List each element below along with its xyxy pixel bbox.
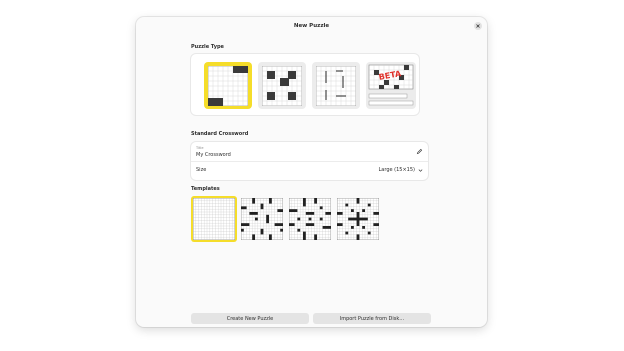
crossword-template-icon <box>337 198 379 240</box>
template-4[interactable] <box>335 196 381 242</box>
barred-grid-icon <box>262 65 302 106</box>
dialog-title: New Puzzle <box>293 23 330 29</box>
templates-heading: Templates <box>191 186 220 192</box>
template-1[interactable] <box>191 196 237 242</box>
puzzle-type-crossword[interactable] <box>204 62 252 109</box>
puzzle-settings-heading: Standard Crossword <box>191 131 249 137</box>
chevron-down-icon[interactable] <box>418 168 423 173</box>
crossword-grid-icon <box>208 65 248 106</box>
import-puzzle-button[interactable]: Import Puzzle from Disk… <box>313 313 431 324</box>
puzzle-type-heading: Puzzle Type <box>191 44 224 50</box>
puzzle-settings-panel: Title My Crossword Size Large (15×15) <box>191 142 428 180</box>
crossword-template-icon <box>241 198 283 240</box>
close-button[interactable] <box>474 22 482 30</box>
crossword-template-icon <box>289 198 331 240</box>
settings-divider <box>191 161 428 162</box>
beta-puzzle-icon: BETA <box>368 64 414 105</box>
puzzle-type-selector: BETA <box>191 54 419 115</box>
puzzle-type-barred[interactable] <box>258 62 306 109</box>
title-field[interactable]: My Crossword <box>196 152 231 158</box>
size-dropdown[interactable]: Large (15×15) <box>379 167 415 173</box>
new-puzzle-dialog: New Puzzle Puzzle Type BETA Standard Cro… <box>136 17 487 327</box>
line-grid-icon <box>316 65 356 106</box>
template-3[interactable] <box>287 196 333 242</box>
close-icon <box>476 24 480 28</box>
create-new-puzzle-button[interactable]: Create New Puzzle <box>191 313 309 324</box>
puzzle-type-beta[interactable]: BETA <box>366 62 416 109</box>
size-label: Size <box>196 167 207 173</box>
puzzle-type-lines[interactable] <box>312 62 360 109</box>
pencil-icon[interactable] <box>416 148 423 155</box>
empty-grid-template-icon <box>193 198 235 240</box>
template-2[interactable] <box>239 196 285 242</box>
title-field-caption: Title <box>196 146 204 150</box>
